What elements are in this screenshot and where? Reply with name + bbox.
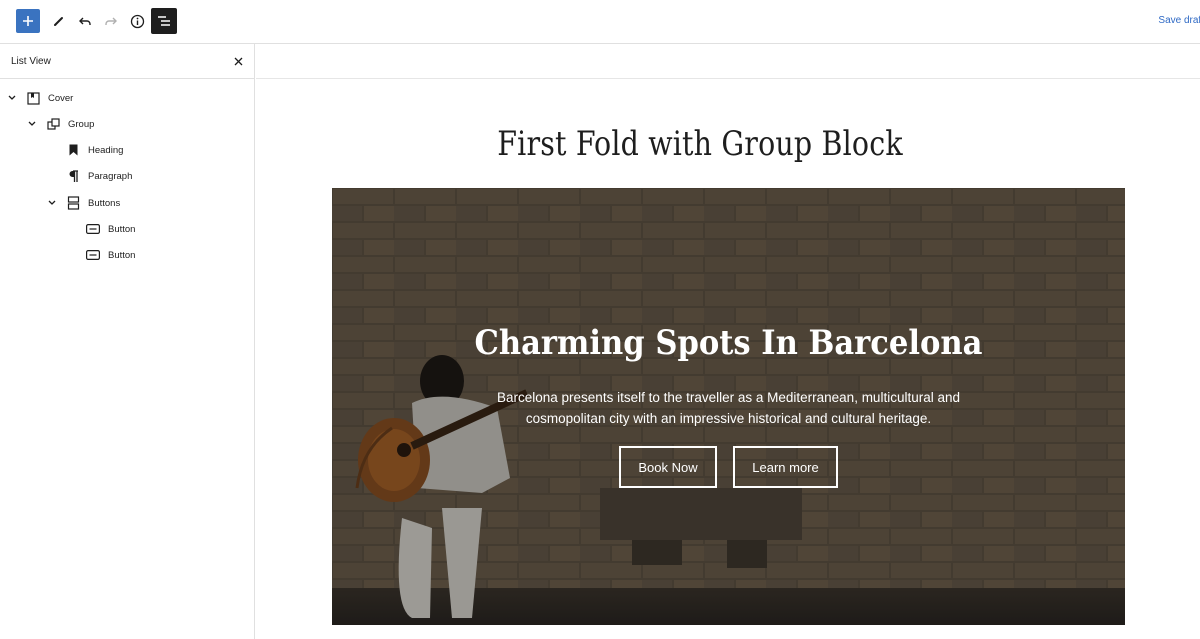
list-item-paragraph[interactable]: Paragraph — [46, 166, 132, 186]
list-item-label: Paragraph — [88, 170, 133, 182]
cover-paragraph[interactable]: Barcelona presents itself to the travell… — [487, 387, 970, 429]
button-block-icon — [86, 248, 100, 262]
group-block-icon — [46, 117, 60, 131]
close-icon — [234, 57, 243, 66]
list-item-label: Cover — [48, 92, 74, 104]
cover-block[interactable]: Charming Spots In Barcelona Barcelona pr… — [332, 188, 1125, 625]
list-item-label: Button — [108, 223, 136, 235]
list-view-button[interactable] — [151, 8, 177, 34]
details-button[interactable] — [124, 8, 150, 34]
undo-icon — [79, 17, 91, 25]
info-icon — [130, 14, 144, 28]
list-item-group[interactable]: Group — [26, 114, 94, 134]
list-item-label: Heading — [88, 144, 124, 156]
redo-button[interactable] — [98, 8, 124, 34]
chevron-down-icon[interactable] — [46, 197, 58, 209]
list-item-buttons[interactable]: Buttons — [46, 193, 120, 213]
post-title[interactable]: First Fold with Group Block — [287, 124, 1113, 164]
list-item-button[interactable]: Button — [66, 245, 135, 265]
list-item-button[interactable]: Button — [66, 219, 135, 239]
list-view-title: List View — [11, 56, 51, 67]
chevron-down-icon[interactable] — [6, 92, 18, 104]
pencil-icon — [54, 17, 63, 26]
heading-bookmark-icon — [66, 143, 80, 157]
editor-toolbar: Save draft — [0, 0, 1200, 44]
redo-icon — [105, 17, 117, 25]
tools-button[interactable] — [46, 8, 72, 34]
cover-heading[interactable]: Charming Spots In Barcelona — [372, 323, 1086, 363]
list-item-label: Buttons — [88, 197, 121, 209]
button-block-icon — [86, 222, 100, 236]
cover-block-icon — [26, 91, 40, 105]
add-block-button[interactable] — [16, 9, 40, 33]
book-now-button[interactable]: Book Now — [619, 446, 717, 488]
list-item-cover[interactable]: Cover — [6, 88, 73, 108]
close-list-view-button[interactable] — [232, 55, 245, 68]
list-view-icon — [158, 16, 170, 26]
list-view-panel: List View Cover Group Heading Paragraph … — [0, 44, 255, 639]
list-view-header: List View — [0, 44, 254, 79]
plus-icon — [23, 16, 33, 26]
learn-more-button[interactable]: Learn more — [733, 446, 838, 488]
list-item-label: Group — [68, 118, 95, 130]
list-item-heading[interactable]: Heading — [46, 140, 123, 160]
canvas-divider — [256, 78, 1200, 79]
chevron-down-icon[interactable] — [26, 118, 38, 130]
list-item-label: Button — [108, 249, 136, 261]
buttons-block-icon — [66, 196, 80, 210]
undo-button[interactable] — [72, 8, 98, 34]
paragraph-icon — [66, 169, 80, 183]
save-draft-link[interactable]: Save draft — [1158, 15, 1200, 26]
